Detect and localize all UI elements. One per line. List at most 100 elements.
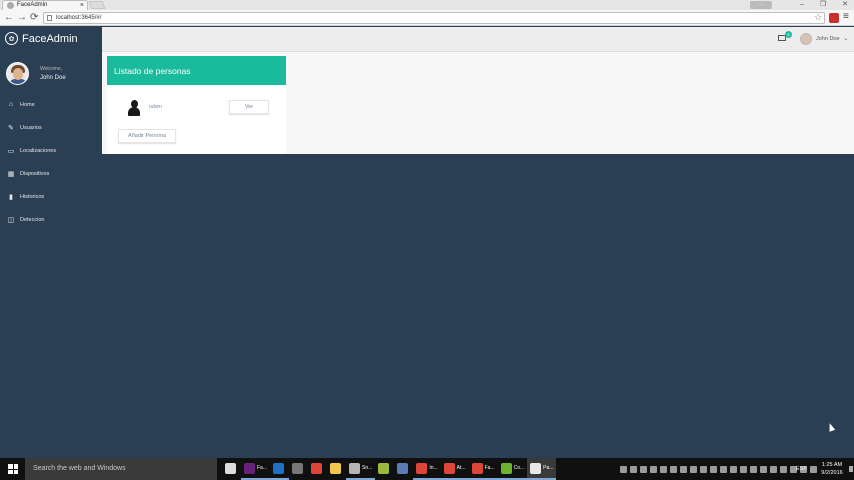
taskbar-app[interactable]: Pa... <box>527 458 557 480</box>
tray-icon[interactable] <box>760 465 767 473</box>
tray-icon[interactable] <box>700 465 707 473</box>
maximize-icon[interactable]: ❐ <box>820 0 826 10</box>
action-center-icon[interactable] <box>849 466 853 472</box>
app-icon <box>500 462 512 474</box>
app-icon <box>225 462 236 474</box>
address-bar-url: localhost:3645/#/ <box>56 15 102 21</box>
forward-icon[interactable]: → <box>17 11 27 25</box>
sidebar-menu: ⌂ Home ✎ Usuarios ▭ Localizaciones ▦ Disposi… <box>0 93 102 231</box>
browser-menu-icon[interactable]: ≡ <box>843 11 849 22</box>
taskbar-app[interactable] <box>327 458 346 480</box>
tray-icon[interactable] <box>720 465 727 473</box>
taskbar-app[interactable]: Sn... <box>346 458 376 480</box>
taskbar-search-input[interactable]: Search the web and Windows <box>25 458 217 480</box>
page-icon <box>47 15 52 21</box>
tray-icon[interactable] <box>630 465 637 473</box>
taskbar-apps: Fa... Sn... In... At... Fa... Co... Pa... <box>222 458 557 480</box>
app-icon <box>273 462 285 474</box>
brand-name: FaceAdmin <box>22 32 78 45</box>
taskbar-app[interactable]: Co... <box>497 458 528 480</box>
browser-tab-title: FaceAdmin <box>17 2 48 8</box>
tray-icon[interactable] <box>730 465 737 473</box>
app-icon <box>292 462 304 474</box>
sidebar-item-home[interactable]: ⌂ Home <box>0 93 102 116</box>
taskbar-app-label: At... <box>456 465 466 471</box>
profile-block: Welcome, John Doe <box>6 62 98 86</box>
bar-chart-icon: ▮ <box>9 193 13 201</box>
tray-icon[interactable] <box>680 465 687 473</box>
tray-icon[interactable] <box>710 465 717 473</box>
avatar <box>6 62 29 85</box>
taskbar-app[interactable] <box>375 458 394 480</box>
tray-icon[interactable] <box>780 465 787 473</box>
sidebar-item-historicos[interactable]: ▮ Historicos <box>0 185 102 208</box>
back-icon[interactable]: ← <box>4 11 14 25</box>
persons-panel: Listado de personas ruben Ver Añadir Per… <box>107 56 286 154</box>
edit-icon: ✎ <box>8 124 14 132</box>
tray-icon[interactable] <box>650 465 657 473</box>
tray-icon[interactable] <box>620 465 627 473</box>
user-menu-name: John Doe <box>816 36 840 42</box>
brand[interactable]: ✿ FaceAdmin <box>5 32 78 45</box>
app-icon <box>471 462 483 474</box>
browser-toolbar: ← → ⟳ localhost:3645/#/ <box>0 10 854 26</box>
add-person-button[interactable]: Añadir Persona <box>118 129 176 143</box>
view-person-button[interactable]: Ver <box>229 100 269 114</box>
app-icon <box>330 462 342 474</box>
close-window-icon[interactable]: ✕ <box>842 0 848 10</box>
sidebar-item-label: Dispositivos <box>20 170 50 177</box>
browser-tab-bar: FaceAdmin × ··· – ❐ ✕ <box>0 0 854 10</box>
tray-icon[interactable] <box>660 465 667 473</box>
extension-icon[interactable] <box>829 13 839 23</box>
app-icon <box>311 462 323 474</box>
app-icon <box>416 462 428 474</box>
user-avatar <box>800 33 812 45</box>
windows-taskbar: Search the web and Windows Fa... Sn... In.… <box>0 458 854 480</box>
clock-date: 9/2/2016 <box>821 470 843 476</box>
panel-title: Listado de personas <box>114 65 191 76</box>
table-icon: ▦ <box>7 170 15 178</box>
browser-tab[interactable]: FaceAdmin × <box>2 0 88 10</box>
taskbar-app[interactable] <box>394 458 413 480</box>
list-item: ruben Ver <box>107 100 286 120</box>
taskbar-app[interactable]: In... <box>413 458 441 480</box>
tray-icon[interactable] <box>750 465 757 473</box>
app-icon <box>530 462 542 474</box>
taskbar-app[interactable] <box>222 458 241 480</box>
sidebar-item-dispositivos[interactable]: ▦ Dispositivos <box>0 162 102 185</box>
tray-icon[interactable] <box>770 465 777 473</box>
person-name: ruben <box>149 104 162 110</box>
taskbar-app[interactable] <box>308 458 327 480</box>
profile-name: John Doe <box>40 75 66 81</box>
bookmark-star-icon[interactable]: ☆ <box>814 12 822 23</box>
tray-icon[interactable] <box>740 465 747 473</box>
sidebar-item-localizaciones[interactable]: ▭ Localizaciones <box>0 139 102 162</box>
language-indicator[interactable]: ESP <box>796 458 807 480</box>
windows-start-icon[interactable] <box>8 464 18 474</box>
mouse-cursor-icon <box>826 422 836 432</box>
sidebar-item-label: Localizaciones <box>20 147 57 154</box>
new-tab-button[interactable] <box>88 1 106 9</box>
sidebar-item-deteccion[interactable]: ◫ Deteccion <box>0 208 102 231</box>
sidebar-item-usuarios[interactable]: ✎ Usuarios <box>0 116 102 139</box>
taskbar-app[interactable]: Fa... <box>468 458 498 480</box>
person-silhouette-icon <box>128 100 140 116</box>
taskbar-app[interactable] <box>270 458 290 480</box>
taskbar-app[interactable]: At... <box>440 458 469 480</box>
top-navigation: 6 John Doe ⌄ <box>102 27 854 52</box>
reload-icon[interactable]: ⟳ <box>30 11 38 25</box>
taskbar-app[interactable] <box>289 458 308 480</box>
user-menu[interactable]: John Doe ⌄ <box>800 33 848 45</box>
sidebar-item-label: Home <box>20 101 35 108</box>
taskbar-app[interactable]: Fa... <box>241 458 271 480</box>
tray-icon[interactable] <box>690 465 697 473</box>
address-bar[interactable]: localhost:3645/#/ <box>43 12 825 24</box>
welcome-label: Welcome, <box>40 66 63 72</box>
tray-icon[interactable] <box>670 465 677 473</box>
minimize-icon[interactable]: – <box>800 0 804 10</box>
browser-profile-button[interactable]: ··· <box>750 1 772 9</box>
app-icon <box>349 462 361 474</box>
taskbar-clock[interactable]: 1:25 AM 9/2/2016 <box>816 461 848 477</box>
tab-close-icon[interactable]: × <box>80 1 84 10</box>
tray-icon[interactable] <box>640 465 647 473</box>
